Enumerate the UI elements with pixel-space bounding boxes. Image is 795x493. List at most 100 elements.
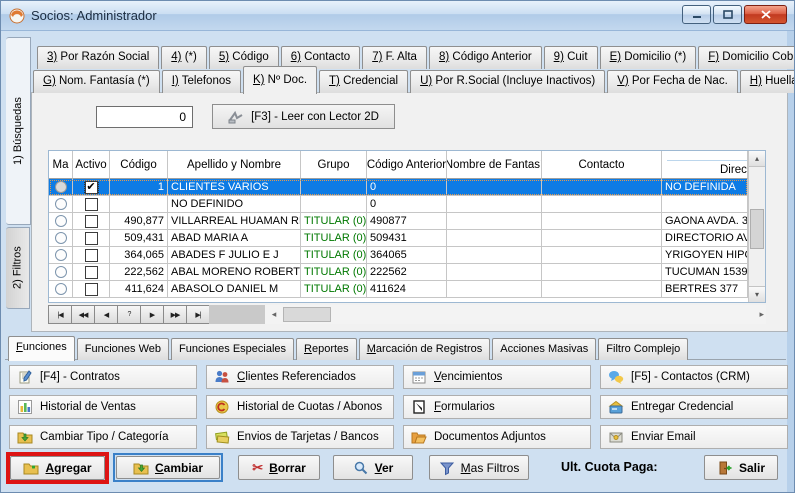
table-row[interactable]: 490,877 VILLARREAL HUAMAN REN TITULAR (0…: [49, 213, 748, 230]
nav-fast-prev-button[interactable]: ◀◀: [71, 305, 94, 324]
nav-first-button[interactable]: |◀: [48, 305, 71, 324]
formularios-button[interactable]: Formularios: [403, 395, 591, 419]
tab-domicilio[interactable]: E) Domicilio (*): [600, 46, 697, 69]
scroll-up-icon[interactable]: ▴: [749, 151, 765, 167]
cell-direccion: DIRECTORIO AV: [662, 230, 748, 247]
side-tab-busquedas[interactable]: 1) Búsquedas: [6, 37, 31, 225]
tab-filtro-complejo[interactable]: Filtro Complejo: [598, 338, 688, 360]
scroll-left-icon[interactable]: ◂: [265, 309, 283, 320]
row-marker-radio[interactable]: [55, 249, 67, 261]
col-marca[interactable]: Ma: [49, 151, 73, 179]
table-row[interactable]: 222,562 ABAL MORENO ROBERTO E TITULAR (0…: [49, 264, 748, 281]
table-row[interactable]: 364,065 ABADES F JULIO E J TITULAR (0) 3…: [49, 247, 748, 264]
doc-number-input[interactable]: [96, 106, 193, 128]
table-row[interactable]: 411,624 ABASOLO DANIEL M TITULAR (0) 411…: [49, 281, 748, 298]
col-codigo[interactable]: Código: [110, 151, 168, 179]
entregar-credencial-button[interactable]: Entregar Credencial: [600, 395, 788, 419]
scroll-down-icon[interactable]: ▾: [749, 286, 765, 302]
minimize-button[interactable]: [682, 5, 711, 24]
maximize-button[interactable]: [713, 5, 742, 24]
tab-f-alta[interactable]: 7) F. Alta: [362, 46, 427, 69]
row-marker-radio[interactable]: [55, 232, 67, 244]
table-row[interactable]: 509,431 ABAD MARIA A TITULAR (0) 509431 …: [49, 230, 748, 247]
horizontal-scroll-thumb[interactable]: [283, 307, 331, 322]
enviar-email-button[interactable]: Enviar Email: [600, 425, 788, 449]
side-tab-filtros[interactable]: 2) Filtros: [6, 227, 30, 309]
nav-next-button[interactable]: ▶: [140, 305, 163, 324]
tab-funciones-web[interactable]: Funciones Web: [77, 338, 169, 360]
activo-checkbox[interactable]: [85, 266, 98, 279]
nav-search-button[interactable]: ?: [117, 305, 140, 324]
tab-marcacion-registros[interactable]: Marcación de Registros: [359, 338, 491, 360]
contactos-crm-button[interactable]: [F5] - Contactos (CRM): [600, 365, 788, 389]
documentos-adjuntos-button[interactable]: Documentos Adjuntos: [403, 425, 591, 449]
tab-por-rsocial-inactivos[interactable]: U) Por R.Social (Incluye Inactivos): [410, 70, 605, 93]
clientes-referenciados-button[interactable]: Clientes Referenciados: [206, 365, 394, 389]
tab-por-fecha-nac[interactable]: V) Por Fecha de Nac.: [607, 70, 738, 93]
row-marker-radio[interactable]: [55, 266, 67, 278]
tab-por-razon-social[interactable]: 3) Por Razón Social: [37, 46, 159, 69]
mas-filtros-label: Mas Filtros: [461, 461, 520, 475]
tab-funciones[interactable]: Funciones: [8, 336, 75, 361]
table-row[interactable]: NO DEFINIDO 0: [49, 196, 748, 213]
calendar-icon: [411, 369, 427, 385]
tab-telefonos[interactable]: I) Telefonos: [162, 70, 241, 93]
cell-fantasia: [447, 196, 542, 213]
tab-credencial[interactable]: T) Credencial: [319, 70, 408, 93]
envios-tarjetas-button[interactable]: Envios de Tarjetas / Bancos: [206, 425, 394, 449]
cambiar-button[interactable]: Cambiar: [116, 456, 220, 479]
tab-domicilio-cob[interactable]: F) Domicilio Cob.: [698, 46, 795, 69]
vencimientos-button[interactable]: Vencimientos: [403, 365, 591, 389]
historial-ventas-button[interactable]: Historial de Ventas: [9, 395, 197, 419]
vertical-scrollbar[interactable]: ▴ ▾: [748, 151, 765, 302]
col-activo[interactable]: Activo: [73, 151, 110, 179]
tab-acciones-masivas[interactable]: Acciones Masivas: [492, 338, 596, 360]
activo-checkbox[interactable]: [85, 215, 98, 228]
col-direccion[interactable]: Direc: [662, 151, 748, 179]
cell-fantasia: [447, 213, 542, 230]
salir-button[interactable]: Salir: [704, 455, 778, 480]
cambiar-tipo-button[interactable]: Cambiar Tipo / Categoría: [9, 425, 197, 449]
agregar-button[interactable]: Agregar: [10, 456, 105, 480]
scan-2d-button[interactable]: [F3] - Leer con Lector 2D: [212, 104, 395, 129]
close-button[interactable]: [744, 5, 787, 24]
mas-filtros-button[interactable]: Mas Filtros: [429, 455, 529, 480]
tab-codigo-anterior[interactable]: 8) Código Anterior: [429, 46, 542, 69]
col-contacto[interactable]: Contacto: [542, 151, 662, 179]
cell-fantasia: [447, 281, 542, 298]
activo-checkbox[interactable]: [85, 198, 98, 211]
activo-checkbox[interactable]: [85, 232, 98, 245]
activo-checkbox[interactable]: ✔: [85, 181, 98, 194]
tab-funciones-especiales[interactable]: Funciones Especiales: [171, 338, 294, 360]
vertical-scroll-thumb[interactable]: [750, 209, 764, 249]
nav-fast-next-button[interactable]: ▶▶: [163, 305, 186, 324]
activo-checkbox[interactable]: [85, 249, 98, 262]
window-frame-edge: [787, 31, 794, 492]
table-row[interactable]: ✔ 1 CLIENTES VARIOS 0 NO DEFINIDA: [49, 179, 748, 196]
clients-icon: [214, 369, 230, 385]
activo-checkbox[interactable]: [85, 283, 98, 296]
historial-cuotas-button[interactable]: Historial de Cuotas / Abonos: [206, 395, 394, 419]
row-marker-radio[interactable]: [55, 198, 67, 210]
tab-huella-dactilar[interactable]: H) Huella Dactilar: [740, 70, 795, 93]
tab-cuit[interactable]: 9) Cuit: [544, 46, 598, 69]
scroll-right-icon[interactable]: ▸: [759, 309, 764, 320]
borrar-button[interactable]: ✂ Borrar: [238, 455, 320, 480]
row-marker-radio[interactable]: [55, 181, 67, 193]
cell-codigo: 364,065: [110, 247, 168, 264]
tab-nro-doc[interactable]: K) Nº Doc.: [243, 66, 317, 94]
col-apellido-nombre[interactable]: Apellido y Nombre: [168, 151, 301, 179]
col-grupo[interactable]: Grupo: [301, 151, 367, 179]
nav-prev-button[interactable]: ◀: [94, 305, 117, 324]
tab-nom-fantasia[interactable]: G) Nom. Fantasía (*): [33, 70, 160, 93]
nav-last-button[interactable]: ▶|: [186, 305, 209, 324]
contratos-button[interactable]: [F4] - Contratos: [9, 365, 197, 389]
row-marker-radio[interactable]: [55, 215, 67, 227]
horizontal-scrollbar[interactable]: ◂ ▸: [265, 305, 766, 324]
col-codigo-anterior[interactable]: Código Anterior: [367, 151, 447, 179]
tab-4[interactable]: 4) (*): [161, 46, 207, 69]
tab-reportes[interactable]: Reportes: [296, 338, 357, 360]
col-nombre-fantasia[interactable]: Nombre de Fantasí: [447, 151, 542, 179]
ver-button[interactable]: Ver: [333, 455, 413, 480]
row-marker-radio[interactable]: [55, 283, 67, 295]
